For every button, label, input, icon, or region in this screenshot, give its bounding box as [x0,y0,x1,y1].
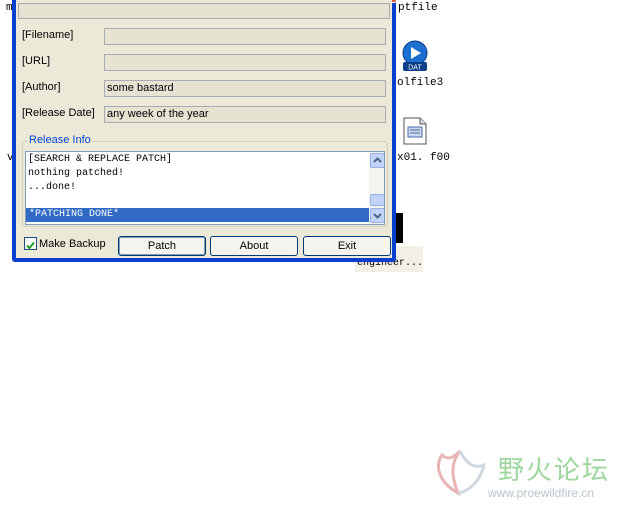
chevron-up-icon [373,157,382,163]
release-date-label: [Release Date] [22,107,95,119]
patch-button[interactable]: Patch [118,236,206,256]
filename-field[interactable] [104,28,386,45]
scroll-down-button[interactable] [370,208,384,223]
make-backup-checkbox[interactable] [24,237,37,250]
checkmark-icon [26,241,35,250]
desktop-item-label[interactable]: olfile3 [397,77,443,89]
author-label: [Author] [22,81,61,93]
release-info-group: Release Info [SEARCH & REPLACE PATCH] no… [22,134,388,227]
log-line: [SEARCH & REPLACE PATCH] [28,154,173,165]
release-info-log[interactable]: [SEARCH & REPLACE PATCH] nothing patched… [25,151,385,225]
log-line: nothing patched! [28,168,125,179]
url-field[interactable] [104,54,386,71]
dat-file-icon[interactable]: DAT [400,40,430,72]
filename-label: [Filename] [22,29,74,41]
scroll-up-button[interactable] [370,153,384,168]
desktop-item-label[interactable]: ptfile [398,2,438,14]
watermark-chinese-text: 野火论坛 [498,456,611,486]
scroll-thumb[interactable] [370,194,384,206]
url-label: [URL] [22,55,51,67]
shortcut-icon[interactable] [395,213,403,243]
patcher-window: [Filename] [URL] [Author] some bastard [… [12,0,397,262]
make-backup-label[interactable]: Make Backup [39,238,106,250]
document-file-icon[interactable] [402,117,428,145]
release-info-title: Release Info [27,134,93,146]
watermark-url: www.proewildfire.cn [488,486,595,500]
dat-icon-text: DAT [408,65,422,72]
log-scrollbar[interactable] [369,152,384,224]
window-client-area: [Filename] [URL] [Author] some bastard [… [16,0,392,258]
desktop-item-label[interactable]: x01. f00 [397,152,450,164]
log-selected-line[interactable]: *PATCHING DONE* [26,208,369,222]
author-field[interactable]: some bastard [104,80,386,97]
release-date-field[interactable]: any week of the year [104,106,386,123]
exit-button[interactable]: Exit [303,236,391,256]
log-line: ...done! [28,182,77,193]
chevron-down-icon [373,213,382,219]
about-button[interactable]: About [210,236,298,256]
log-selected-text: *PATCHING DONE* [29,209,120,220]
watermark-logo [437,449,487,497]
top-banner-field [18,3,390,19]
